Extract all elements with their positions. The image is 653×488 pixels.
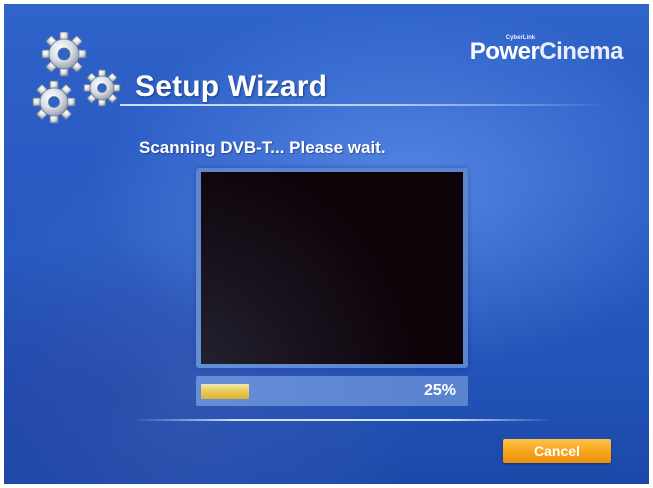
brand-cyberlink: CyberLink bbox=[505, 35, 536, 41]
video-preview-frame bbox=[196, 168, 468, 368]
bottom-divider bbox=[132, 419, 552, 421]
page-title: Setup Wizard bbox=[135, 70, 328, 103]
progress-fill-area bbox=[201, 384, 391, 399]
setup-wizard-screen: Setup Wizard CyberLink PowerCinema Scann… bbox=[4, 4, 649, 484]
gears-icon bbox=[26, 26, 126, 131]
brand-cinema: Cinema bbox=[539, 38, 623, 65]
cancel-button[interactable]: Cancel bbox=[503, 439, 611, 463]
title-divider bbox=[120, 104, 610, 106]
progress-fill bbox=[201, 384, 249, 399]
scan-progress-bar: 25% bbox=[196, 376, 468, 406]
scan-status-text: Scanning DVB-T... Please wait. bbox=[139, 138, 386, 157]
brand-logo: CyberLink PowerCinema bbox=[469, 35, 624, 66]
brand-power: Power bbox=[469, 38, 540, 65]
progress-percent: 25% bbox=[423, 382, 456, 399]
video-preview bbox=[201, 172, 463, 364]
